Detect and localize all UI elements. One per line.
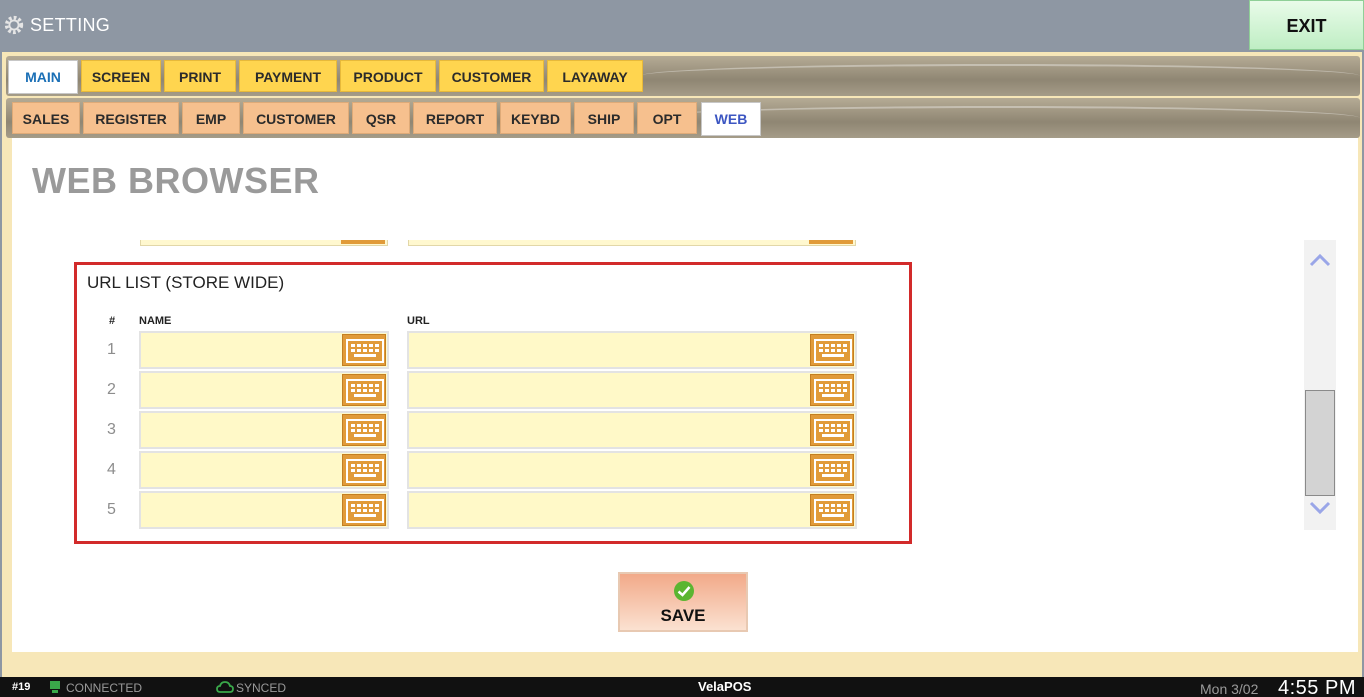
url-input[interactable] xyxy=(409,493,807,527)
column-header-number: # xyxy=(109,315,116,327)
keyboard-button[interactable] xyxy=(342,494,386,526)
cloud-icon xyxy=(216,681,234,693)
name-input[interactable] xyxy=(141,493,339,527)
name-field xyxy=(139,491,389,529)
url-input[interactable] xyxy=(409,373,807,407)
status-time: 4:55 PM xyxy=(1278,677,1356,697)
url-input[interactable] xyxy=(409,413,807,447)
subtab-emp[interactable]: EMP xyxy=(182,102,240,134)
keyboard-icon xyxy=(341,240,385,244)
column-header-name: NAME xyxy=(139,315,172,327)
content-area: WEB BROWSER URL LIST (STORE WIDE) # NAME… xyxy=(12,138,1358,652)
subtab-keybd[interactable]: KEYBD xyxy=(500,102,571,134)
url-list-heading: URL LIST (STORE WIDE) xyxy=(87,273,285,292)
keyboard-icon xyxy=(346,339,384,363)
partial-url-field xyxy=(408,240,856,246)
bottom-strip xyxy=(2,652,1362,677)
name-input[interactable] xyxy=(141,333,339,367)
keyboard-icon xyxy=(809,240,853,244)
scrollbar-thumb[interactable] xyxy=(1305,390,1335,496)
sub-tab-bar: SALES REGISTER EMP CUSTOMER QSR REPORT K… xyxy=(6,98,1360,138)
tab-main[interactable]: MAIN xyxy=(8,60,78,94)
keyboard-icon xyxy=(346,379,384,403)
chevron-down-icon[interactable] xyxy=(1308,498,1332,518)
row-number: 3 xyxy=(107,421,116,438)
keyboard-icon xyxy=(814,499,852,523)
name-field xyxy=(139,371,389,409)
url-field xyxy=(407,411,857,449)
name-field xyxy=(139,411,389,449)
page-title: WEB BROWSER xyxy=(32,160,320,201)
subtab-web[interactable]: WEB xyxy=(701,102,761,136)
keyboard-button[interactable] xyxy=(810,494,854,526)
status-bar: #19 CONNECTED SYNCED VelaPOS Mon 3/02 4:… xyxy=(0,677,1364,697)
tab-bar-decoration xyxy=(640,64,1360,88)
keyboard-icon xyxy=(814,419,852,443)
connection-status: CONNECTED xyxy=(66,681,143,695)
keyboard-button[interactable] xyxy=(342,414,386,446)
subtab-opt[interactable]: OPT xyxy=(637,102,697,134)
save-label: SAVE xyxy=(660,606,706,625)
tab-customer[interactable]: CUSTOMER xyxy=(439,60,544,92)
row-number: 1 xyxy=(107,341,116,358)
keyboard-icon xyxy=(346,499,384,523)
keyboard-button[interactable] xyxy=(342,374,386,406)
keyboard-icon xyxy=(814,339,852,363)
url-list-section: URL LIST (STORE WIDE) # NAME URL 1 2 3 4… xyxy=(74,262,912,544)
url-field xyxy=(407,451,857,489)
keyboard-icon xyxy=(346,419,384,443)
url-field xyxy=(407,491,857,529)
name-input[interactable] xyxy=(141,453,339,487)
tab-layaway[interactable]: LAYAWAY xyxy=(547,60,643,92)
row-number: 4 xyxy=(107,461,116,478)
sync-status: SYNCED xyxy=(236,681,287,695)
station-id: #19 xyxy=(12,681,31,693)
keyboard-button[interactable] xyxy=(810,374,854,406)
gear-icon xyxy=(4,15,24,35)
checkmark-icon xyxy=(674,581,694,601)
url-input[interactable] xyxy=(409,333,807,367)
name-input[interactable] xyxy=(141,373,339,407)
subtab-report[interactable]: REPORT xyxy=(413,102,497,134)
keyboard-icon xyxy=(346,459,384,483)
title-bar: SETTING EXIT xyxy=(0,0,1364,52)
connected-icon xyxy=(50,681,60,693)
main-tab-bar: MAIN SCREEN PRINT PAYMENT PRODUCT CUSTOM… xyxy=(6,56,1360,96)
keyboard-button[interactable] xyxy=(342,334,386,366)
partial-name-field xyxy=(140,240,388,246)
subtab-ship[interactable]: SHIP xyxy=(574,102,634,134)
tab-screen[interactable]: SCREEN xyxy=(81,60,161,92)
window-title: SETTING xyxy=(30,15,111,35)
column-header-url: URL xyxy=(407,315,430,327)
url-field xyxy=(407,371,857,409)
row-number: 2 xyxy=(107,381,116,398)
url-input[interactable] xyxy=(409,453,807,487)
tab-payment[interactable]: PAYMENT xyxy=(239,60,337,92)
subtab-customer[interactable]: CUSTOMER xyxy=(243,102,349,134)
name-input[interactable] xyxy=(141,413,339,447)
tab-print[interactable]: PRINT xyxy=(164,60,236,92)
keyboard-button[interactable] xyxy=(810,454,854,486)
keyboard-button[interactable] xyxy=(810,334,854,366)
status-date: Mon 3/02 xyxy=(1200,681,1259,697)
subtab-qsr[interactable]: QSR xyxy=(352,102,410,134)
save-button[interactable]: SAVE xyxy=(618,572,748,632)
settings-panel: MAIN SCREEN PRINT PAYMENT PRODUCT CUSTOM… xyxy=(2,52,1362,677)
row-number: 5 xyxy=(107,501,116,518)
subtab-register[interactable]: REGISTER xyxy=(83,102,179,134)
keyboard-button[interactable] xyxy=(342,454,386,486)
keyboard-icon xyxy=(814,459,852,483)
name-field xyxy=(139,451,389,489)
name-field xyxy=(139,331,389,369)
vertical-scrollbar[interactable] xyxy=(1304,240,1336,530)
keyboard-button[interactable] xyxy=(810,414,854,446)
url-field xyxy=(407,331,857,369)
keyboard-icon xyxy=(814,379,852,403)
brand-name: VelaPOS xyxy=(698,679,752,694)
exit-button[interactable]: EXIT xyxy=(1249,0,1364,50)
subtab-sales[interactable]: SALES xyxy=(12,102,80,134)
tab-product[interactable]: PRODUCT xyxy=(340,60,436,92)
chevron-up-icon[interactable] xyxy=(1308,250,1332,270)
